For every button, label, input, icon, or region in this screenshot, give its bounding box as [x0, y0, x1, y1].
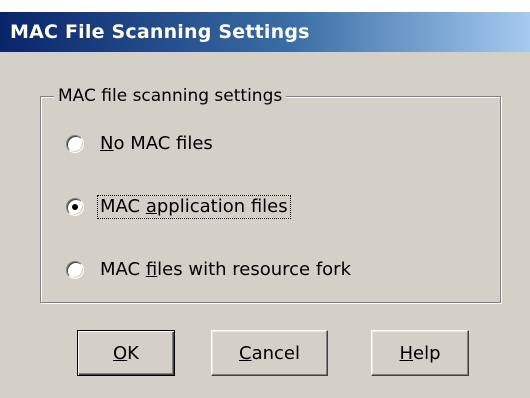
radio-button-no-mac-files[interactable]: [66, 135, 84, 153]
button-label: K: [127, 342, 139, 364]
label-text: iles with resource fork: [157, 259, 352, 280]
accelerator-key: a: [145, 196, 157, 217]
radio-button-mac-application-files[interactable]: [66, 198, 84, 216]
label-prefix: MAC: [100, 259, 146, 280]
radio-label-no-mac-files: No MAC files: [98, 133, 215, 155]
cancel-button[interactable]: Cancel: [211, 330, 328, 376]
accelerator-key: H: [399, 342, 414, 364]
radio-button-mac-files-with-resource-fork[interactable]: [66, 261, 84, 279]
title-bar[interactable]: MAC File Scanning Settings: [0, 12, 530, 52]
accelerator-key: O: [113, 342, 128, 364]
radio-no-mac-files[interactable]: No MAC files: [66, 131, 215, 157]
accelerator-key: N: [100, 133, 114, 154]
label-text: pplication files: [156, 196, 288, 217]
radio-mac-files-with-resource-fork[interactable]: MAC files with resource fork: [66, 257, 353, 283]
button-label: elp: [413, 342, 441, 364]
window-title: MAC File Scanning Settings: [10, 21, 310, 43]
radio-label-mac-files-with-resource-fork: MAC files with resource fork: [98, 259, 353, 281]
radio-mac-application-files[interactable]: MAC application files: [66, 194, 291, 220]
label-text: o MAC files: [113, 133, 213, 154]
label-prefix: MAC: [100, 196, 146, 217]
help-button[interactable]: Help: [371, 330, 469, 376]
accelerator-key: C: [239, 342, 252, 364]
groupbox-legend: MAC file scanning settings: [54, 86, 287, 106]
button-label: ancel: [251, 342, 300, 364]
top-strip: [0, 0, 530, 12]
mac-file-scanning-dialog: MAC File Scanning Settings MAC file scan…: [0, 0, 530, 398]
accelerator-key: f: [145, 259, 158, 280]
radio-label-mac-application-files: MAC application files: [97, 195, 291, 219]
ok-button[interactable]: OK: [77, 330, 175, 376]
